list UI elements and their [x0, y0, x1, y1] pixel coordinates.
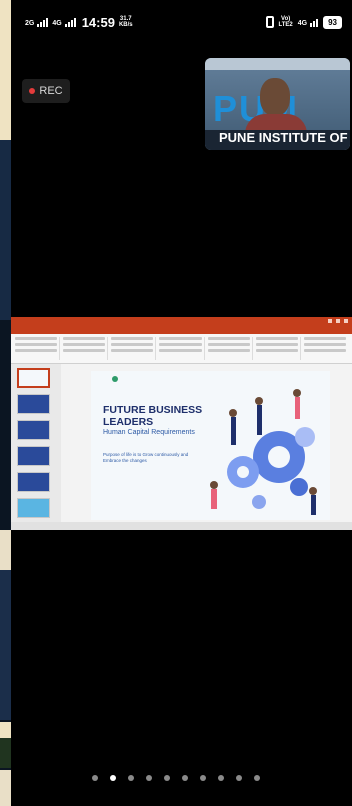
data-signal: 4G	[297, 18, 319, 27]
slide-thumbnail	[17, 472, 50, 492]
slide-thumbnail	[17, 394, 50, 414]
page-dot[interactable]	[110, 775, 116, 781]
recording-label: REC	[39, 85, 63, 97]
page-dot[interactable]	[146, 775, 152, 781]
speaker-head	[260, 78, 290, 116]
page-dot[interactable]	[254, 775, 260, 781]
page-dot[interactable]	[92, 775, 98, 781]
background-app-edge	[0, 0, 11, 806]
sim2-signal: 4G	[52, 17, 76, 27]
sim1-signal: 2G	[25, 17, 49, 27]
page-indicator[interactable]	[0, 775, 352, 781]
slide-canvas: FUTURE BUSINESS LEADERS Human Capital Re…	[91, 371, 330, 520]
shared-screen[interactable]: FUTURE BUSINESS LEADERS Human Capital Re…	[11, 317, 352, 530]
recording-badge: REC	[22, 79, 70, 103]
slide-body-text: Purpose of life is to Grow continuously …	[103, 452, 189, 463]
page-dot[interactable]	[236, 775, 242, 781]
network-type-label: 4G	[297, 19, 308, 27]
speaker-video-tile[interactable]: PUM PUNE INSTITUTE OF	[205, 58, 350, 150]
network-type-label: 2G	[25, 19, 35, 27]
ppt-ribbon-tabs	[11, 326, 352, 334]
banner-subtext: PUNE INSTITUTE OF	[205, 130, 350, 150]
network-type-label: 4G	[52, 19, 62, 27]
battery-icon: 93	[323, 15, 342, 29]
gears-illustration	[210, 389, 317, 515]
ppt-titlebar	[11, 317, 352, 326]
page-dot[interactable]	[182, 775, 188, 781]
slide-thumbnail-panel	[11, 364, 61, 522]
status-bar: 2G 4G 14:59 31.7 KB/s Vo) LTE2 4G 93	[11, 0, 352, 44]
clock: 14:59	[81, 14, 115, 30]
slide-thumbnail	[17, 446, 50, 466]
signal-icon	[64, 17, 76, 27]
page-dot[interactable]	[128, 775, 134, 781]
lte-label: LTE2	[278, 22, 293, 28]
page-dot[interactable]	[200, 775, 206, 781]
slide-subtitle: Human Capital Requirements	[103, 429, 195, 436]
slide-logo	[112, 376, 130, 386]
volte-indicator: Vo) LTE2	[279, 16, 293, 28]
ppt-ribbon	[11, 334, 352, 364]
slide-thumbnail	[17, 498, 50, 518]
speed-unit: KB/s	[118, 22, 133, 28]
window-controls	[328, 319, 348, 323]
vibrate-icon	[265, 16, 274, 28]
page-dot[interactable]	[164, 775, 170, 781]
ppt-status-bar	[11, 522, 352, 530]
signal-icon	[37, 17, 49, 27]
page-dot[interactable]	[218, 775, 224, 781]
wifi-icon	[310, 18, 319, 27]
record-dot-icon	[29, 88, 36, 94]
slide-thumbnail	[17, 420, 50, 440]
slide-thumbnail	[17, 368, 50, 388]
network-speed: 31.7 KB/s	[119, 16, 133, 28]
